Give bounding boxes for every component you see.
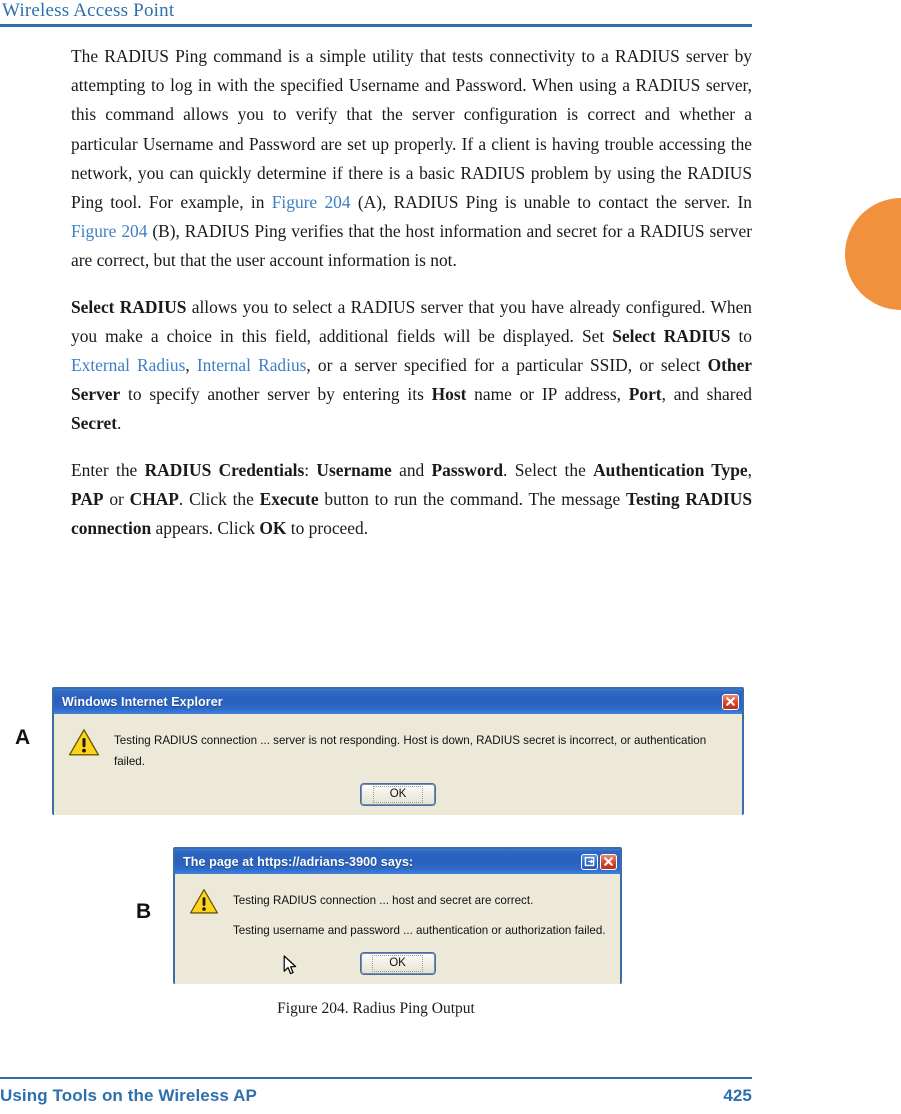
dialog-a-button-row: OK xyxy=(64,784,732,809)
term-password: Password xyxy=(431,459,504,480)
chapter-thumb-tab xyxy=(845,198,901,310)
paragraph-radius-credentials: Enter the RADIUS Credentials: Username a… xyxy=(71,456,752,544)
dialog-b-message-line-2: Testing username and password ... authen… xyxy=(233,924,606,937)
p3-text-5: , xyxy=(747,459,753,480)
term-username: Username xyxy=(316,459,392,480)
dialog-a-title: Windows Internet Explorer xyxy=(62,694,223,709)
p3-text-7: . Click the xyxy=(178,488,260,509)
figure-204-link-2[interactable]: Figure 204 xyxy=(71,221,147,241)
figure-label-b: B xyxy=(136,900,152,923)
close-icon[interactable] xyxy=(600,853,617,870)
p2-text-3: , xyxy=(185,355,197,376)
ok-button-label: OK xyxy=(372,786,424,803)
paragraph-radius-ping-intro: The RADIUS Ping command is a simple util… xyxy=(71,42,752,276)
figure-caption: Figure 204. Radius Ping Output xyxy=(277,1000,475,1017)
term-authentication-type: Authentication Type xyxy=(593,459,748,480)
term-secret: Secret xyxy=(71,413,118,434)
running-header: Wireless Access Point xyxy=(0,0,752,31)
warning-triangle-icon xyxy=(68,728,100,762)
dialog-a-window-buttons xyxy=(722,693,739,710)
p3-text-8: button to run the command. The message xyxy=(318,488,627,509)
header-divider xyxy=(0,24,752,27)
term-ok: OK xyxy=(259,518,287,539)
p1-text-2: (A), RADIUS Ping is unable to contact th… xyxy=(350,192,752,213)
running-footer: Using Tools on the Wireless AP 425 xyxy=(0,1086,752,1106)
p2-text-2: to xyxy=(730,325,752,346)
dialog-b-message-line-1: Testing RADIUS connection ... host and s… xyxy=(233,894,534,907)
term-radius-credentials: RADIUS Credentials xyxy=(144,459,305,480)
p3-text-9: appears. Click xyxy=(151,518,260,539)
figure-label-a: A xyxy=(15,726,31,749)
p3-text-3: and xyxy=(391,459,432,480)
p3-text-10: to proceed. xyxy=(286,518,369,539)
term-select-radius-1: Select RADIUS xyxy=(71,296,187,317)
external-radius-link[interactable]: External Radius xyxy=(71,355,185,375)
p2-text-6: name or IP address, xyxy=(466,384,629,405)
p2-text-5: to specify another server by entering it… xyxy=(120,384,432,405)
footer-section-title: Using Tools on the Wireless AP xyxy=(0,1086,257,1105)
dialog-a-message: Testing RADIUS connection ... server is … xyxy=(114,726,732,772)
term-execute: Execute xyxy=(259,488,319,509)
p2-text-7: , and shared xyxy=(661,384,752,405)
dialog-windows-internet-explorer: Windows Internet Explorer Testing RADIUS… xyxy=(52,687,744,815)
figure-204-link-1[interactable]: Figure 204 xyxy=(272,192,351,212)
p3-text-2: : xyxy=(304,459,317,480)
p2-text-4: , or a server specified for a particular… xyxy=(306,355,708,376)
dialog-b-button-row: OK xyxy=(185,953,610,978)
restore-window-icon[interactable] xyxy=(581,853,598,870)
dialog-a-message-line-1: Testing RADIUS connection ... server is … xyxy=(114,734,707,768)
term-select-radius-2: Select RADIUS xyxy=(612,325,731,346)
p3-text-1: Enter the xyxy=(71,459,145,480)
page-content: The RADIUS Ping command is a simple util… xyxy=(71,42,752,543)
p1-text-1: The RADIUS Ping command is a simple util… xyxy=(71,46,752,213)
ok-button-label: OK xyxy=(372,955,423,972)
p1-text-3: (B), RADIUS Ping verifies that the host … xyxy=(71,221,752,271)
term-host: Host xyxy=(431,384,467,405)
internal-radius-link[interactable]: Internal Radius xyxy=(197,355,307,375)
ok-button[interactable]: OK xyxy=(361,784,435,805)
page-number: 425 xyxy=(723,1086,752,1105)
dialog-a-body: Testing RADIUS connection ... server is … xyxy=(54,714,742,815)
footer-divider xyxy=(0,1077,752,1079)
dialog-b-title: The page at https://adrians-3900 says: xyxy=(183,854,414,869)
mouse-cursor-icon xyxy=(283,955,298,981)
close-icon[interactable] xyxy=(722,693,739,710)
term-port: Port xyxy=(628,384,662,405)
dialog-a-message-row: Testing RADIUS connection ... server is … xyxy=(64,726,732,772)
term-chap: CHAP xyxy=(129,488,179,509)
p2-text-8: . xyxy=(117,413,122,434)
p3-text-4: . Select the xyxy=(503,459,594,480)
ok-button[interactable]: OK xyxy=(360,953,435,974)
warning-triangle-icon xyxy=(189,888,219,920)
p3-text-6: or xyxy=(103,488,130,509)
dialog-b-message-row: Testing RADIUS connection ... host and s… xyxy=(185,886,610,941)
dialog-b-titlebar[interactable]: The page at https://adrians-3900 says: xyxy=(175,849,620,874)
dialog-b-message: Testing RADIUS connection ... host and s… xyxy=(233,886,606,941)
dialog-a-titlebar[interactable]: Windows Internet Explorer xyxy=(54,689,742,714)
page-title: Wireless Access Point xyxy=(2,0,175,21)
paragraph-select-radius: Select RADIUS allows you to select a RAD… xyxy=(71,293,752,439)
dialog-b-window-buttons xyxy=(581,853,617,870)
dialog-b-body: Testing RADIUS connection ... host and s… xyxy=(175,874,620,984)
term-pap: PAP xyxy=(71,488,104,509)
dialog-page-says: The page at https://adrians-3900 says: T… xyxy=(173,847,622,984)
